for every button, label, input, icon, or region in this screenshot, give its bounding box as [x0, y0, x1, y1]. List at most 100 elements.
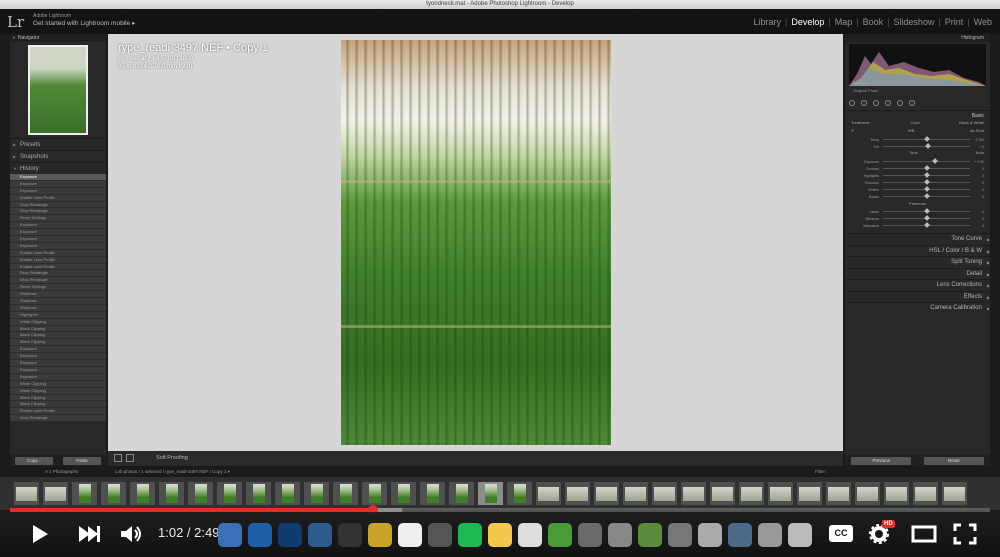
history-item[interactable]: White Clipping: [10, 318, 106, 326]
before-after-icon[interactable]: [126, 454, 134, 462]
module-library[interactable]: Library: [749, 17, 785, 27]
dock-app-icon[interactable]: [608, 523, 632, 547]
filmstrip-thumb[interactable]: [246, 482, 271, 505]
history-item[interactable]: Exposure: [10, 360, 106, 367]
filmstrip-thumb[interactable]: [391, 482, 416, 505]
history-item[interactable]: Exposure: [10, 373, 106, 381]
presets-header[interactable]: Presets: [10, 138, 106, 151]
basic-panel-header[interactable]: Basic: [845, 110, 990, 120]
loupe-view-icon[interactable]: [114, 454, 122, 462]
history-item[interactable]: Reset Settings: [10, 215, 106, 223]
panel-header-lens-corrections[interactable]: Lens Corrections: [845, 279, 990, 291]
filmstrip-thumb[interactable]: [478, 482, 503, 505]
slider-shadows[interactable]: Shadows 0: [845, 179, 990, 186]
filmstrip-thumb[interactable]: [188, 482, 213, 505]
dock-app-icon[interactable]: [638, 523, 662, 547]
navigator-preview[interactable]: [28, 45, 88, 135]
history-item[interactable]: Drop Rectangle: [10, 270, 106, 278]
panel-header-split-toning[interactable]: Split Toning: [845, 256, 990, 268]
slider-value[interactable]: 0: [970, 188, 984, 192]
dock-app-icon[interactable]: [728, 523, 752, 547]
crop-tool-icon[interactable]: [849, 100, 855, 106]
fullscreen-icon[interactable]: [953, 523, 977, 545]
treatment-bw[interactable]: Black & White: [959, 120, 984, 128]
filmstrip-thumb[interactable]: [565, 482, 590, 505]
dock-app-icon[interactable]: [698, 523, 722, 547]
lightroom-icon[interactable]: [308, 523, 332, 547]
filmstrip-thumb[interactable]: [130, 482, 155, 505]
histogram-header[interactable]: Histogram: [845, 34, 990, 42]
history-item[interactable]: Exposure: [10, 229, 106, 237]
slider-track[interactable]: [883, 143, 970, 149]
history-item[interactable]: Drop Rectangle: [10, 415, 106, 423]
safari-icon[interactable]: [248, 523, 272, 547]
history-item[interactable]: Drop Rectangle: [10, 208, 106, 216]
slider-saturation[interactable]: Saturation 0: [845, 222, 990, 229]
history-item[interactable]: White Clipping: [10, 387, 106, 395]
history-item[interactable]: Black Clipping: [10, 394, 106, 402]
slider-whites[interactable]: Whites 0: [845, 186, 990, 193]
filmstrip-thumb[interactable]: [217, 482, 242, 505]
history-item[interactable]: Black Clipping: [10, 339, 106, 347]
volume-icon[interactable]: [120, 524, 144, 544]
history-item[interactable]: Shadows: [10, 298, 106, 305]
history-item[interactable]: Enable Lens Profile: [10, 194, 106, 202]
filmstrip-thumb[interactable]: [855, 482, 880, 505]
theater-mode-icon[interactable]: [911, 524, 937, 544]
module-book[interactable]: Book: [859, 17, 888, 27]
slider-contrast[interactable]: Contrast 0: [845, 165, 990, 172]
slider-track[interactable]: [883, 222, 970, 228]
captions-button[interactable]: CC: [829, 525, 853, 542]
snapshots-header[interactable]: Snapshots: [10, 150, 106, 163]
slider-knob[interactable]: [923, 215, 930, 221]
slider-knob[interactable]: [923, 179, 930, 185]
module-slideshow[interactable]: Slideshow: [889, 17, 938, 27]
mobile-prompt[interactable]: Get started with Lightroom mobile ▸: [33, 19, 135, 27]
slider-track[interactable]: [883, 172, 970, 178]
filmstrip-thumb[interactable]: [362, 482, 387, 505]
slider-knob[interactable]: [923, 186, 930, 192]
slider-knob[interactable]: [923, 165, 930, 171]
slider-value[interactable]: 0: [970, 167, 984, 171]
slider-highlights[interactable]: Highlights 0: [845, 172, 990, 179]
main-photo[interactable]: [341, 40, 611, 445]
panel-header-effects[interactable]: Effects: [845, 290, 990, 302]
image-canvas[interactable]: rype_readi-3497.NEF • Copy 1 ¹⁄₂₀₀ sec a…: [108, 34, 843, 451]
dock-app-icon[interactable]: [668, 523, 692, 547]
filmstrip-thumb[interactable]: [768, 482, 793, 505]
history-item[interactable]: Exposure: [10, 242, 106, 250]
panel-header-detail[interactable]: Detail: [845, 267, 990, 279]
history-item[interactable]: Enable Lens Profile: [10, 408, 106, 416]
calendar-icon[interactable]: [398, 523, 422, 547]
spotify-icon[interactable]: [458, 523, 482, 547]
module-develop[interactable]: Develop: [787, 17, 828, 27]
auto-tone-button[interactable]: Auto: [976, 150, 984, 158]
history-item[interactable]: Shadows: [10, 304, 106, 312]
play-icon[interactable]: [30, 524, 50, 544]
filmstrip-thumb[interactable]: [797, 482, 822, 505]
filmstrip-source[interactable]: A 1 Photographs: [45, 469, 78, 474]
slider-knob[interactable]: [923, 193, 930, 199]
filmstrip-filter[interactable]: Filter :: [815, 469, 828, 474]
slider-knob[interactable]: [925, 143, 932, 149]
soft-proofing-toggle[interactable]: Soft Proofing: [156, 455, 188, 461]
filmstrip-thumb[interactable]: [739, 482, 764, 505]
notes-icon[interactable]: [488, 523, 512, 547]
filmstrip-thumb[interactable]: [507, 482, 532, 505]
filmstrip-thumb[interactable]: [333, 482, 358, 505]
filmstrip-thumb[interactable]: [623, 482, 648, 505]
history-item[interactable]: Exposure: [10, 346, 106, 354]
history-item[interactable]: Black Clipping: [10, 401, 106, 409]
slider-track[interactable]: [883, 215, 970, 221]
slider-value[interactable]: 0: [970, 210, 984, 214]
history-item[interactable]: Exposure: [10, 366, 106, 374]
histogram[interactable]: Exposure: [849, 44, 986, 86]
filmstrip-thumb[interactable]: [710, 482, 735, 505]
filmstrip-thumb[interactable]: [826, 482, 851, 505]
filmstrip-thumb[interactable]: [159, 482, 184, 505]
history-item[interactable]: Black Clipping: [10, 332, 106, 340]
history-item[interactable]: Exposure: [10, 174, 106, 181]
filmstrip-thumb[interactable]: [420, 482, 445, 505]
filmstrip-thumb[interactable]: [304, 482, 329, 505]
copy-button[interactable]: Copy...: [15, 456, 53, 465]
